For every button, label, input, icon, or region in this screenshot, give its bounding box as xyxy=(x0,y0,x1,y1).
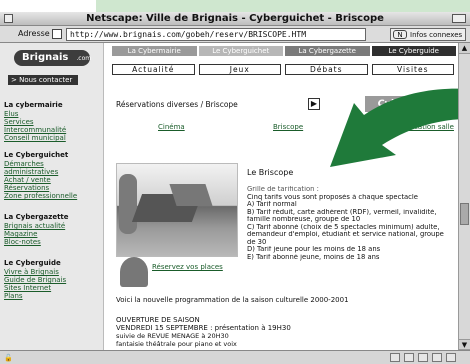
tarif-line: E) Tarif abonné jeune, moins de 18 ans xyxy=(247,253,380,261)
tarif-list: Grille de tarification : Cinq tarifs vou… xyxy=(247,186,453,261)
sidebar-link[interactable]: Plans xyxy=(4,292,66,300)
sub-nav-actualite[interactable]: Actualité xyxy=(112,64,195,75)
reserve-link[interactable]: Réservez vos places xyxy=(152,263,223,271)
brignais-logo[interactable]: Brignais .com xyxy=(14,50,92,66)
tarif-line: B) Tarif réduit, carte adhérent (RDF), v… xyxy=(247,208,437,216)
window-titlebar[interactable]: Netscape: Ville de Brignais - Cyberguich… xyxy=(0,12,470,26)
sidebar-link[interactable]: Guide de Brignais xyxy=(4,276,66,284)
scroll-up-icon[interactable]: ▲ xyxy=(459,43,470,54)
tarif-line: demandeur d'emploi, étudiant et service … xyxy=(247,231,444,238)
navigator-icon[interactable] xyxy=(390,353,400,362)
sidebar-link[interactable]: Achat / vente xyxy=(4,176,77,184)
tarif-line: de 30 xyxy=(247,238,267,246)
sidebar-link[interactable]: Vivre à Brignais xyxy=(4,268,66,276)
sidebar: Brignais .com > Nous contacter La cyberma… xyxy=(0,43,104,350)
tab-cyberguichet[interactable]: Le Cyberguichet xyxy=(198,46,283,56)
zoom-box-icon[interactable] xyxy=(452,14,466,23)
banner-green-strip xyxy=(96,0,470,12)
page-content: Brignais .com > Nous contacter La cyberma… xyxy=(0,43,458,350)
address-input[interactable]: http://www.brignais.com/gobeh/reserv/BRI… xyxy=(66,28,366,41)
status-bar: 🔓 xyxy=(0,350,470,364)
address-label: Adresse xyxy=(18,29,50,38)
sidebar-link[interactable]: Conseil municipal xyxy=(4,134,66,142)
edit-icon[interactable] xyxy=(446,353,456,362)
sidebar-link[interactable]: Réservations xyxy=(4,184,77,192)
briscope-photo xyxy=(116,163,238,257)
sidebar-heading: Le Cyberguichet xyxy=(4,151,69,159)
tarif-line: D) Tarif jeune pour les moins de 18 ans xyxy=(247,246,381,253)
tab-cybergazette[interactable]: La Cybergazette xyxy=(285,46,370,56)
news-icon[interactable] xyxy=(418,353,428,362)
breadcrumb: Réservations diverses / Briscope xyxy=(116,100,238,109)
logo-suffix: .com xyxy=(76,55,92,62)
contact-button[interactable]: > Nous contacter xyxy=(8,75,78,85)
sub-nav-visites[interactable]: Visites xyxy=(371,64,454,75)
tarif-line: C) Tarif abonné (choix de 5 spectacles m… xyxy=(247,223,440,231)
composer-icon[interactable] xyxy=(432,353,442,362)
window-title: Netscape: Ville de Brignais - Cyberguich… xyxy=(86,13,384,24)
sidebar-heading: La cybermairie xyxy=(4,101,63,109)
programme-text: Voici la nouvelle programmation de la sa… xyxy=(116,296,349,304)
sidebar-link[interactable]: Brignais actualité xyxy=(4,222,69,230)
component-bar xyxy=(390,353,456,363)
tab-cyberguide[interactable]: Le Cyberguide xyxy=(371,46,456,56)
green-arrow-icon xyxy=(330,88,458,167)
opening-line: suivie de REVUE MENAGE à 20H30 xyxy=(116,332,229,340)
logo-text: Brignais xyxy=(22,52,69,63)
opening-line: fantaisie théâtrale pour piano et voix xyxy=(116,340,237,348)
tarif-line: Cinq tarifs vous sont proposés à chaque … xyxy=(247,193,418,201)
opening-line: OUVERTURE DE SAISON xyxy=(116,316,200,324)
tree-shape xyxy=(119,174,137,234)
sidebar-section-cyberguide: Le Cyberguide Vivre à Brignais Guide de … xyxy=(4,259,66,300)
sidebar-link[interactable]: Elus xyxy=(4,110,66,118)
ticket-icon[interactable] xyxy=(120,257,148,287)
mail-icon[interactable] xyxy=(404,353,414,362)
sidebar-link[interactable]: Magazine xyxy=(4,230,69,238)
tab-cybermairie[interactable]: La Cybermairie xyxy=(112,46,197,56)
scroll-thumb[interactable] xyxy=(460,203,469,225)
sub-nav-debats[interactable]: Débats xyxy=(285,64,368,75)
tarif-line: famille nombreuse, groupe de 10 xyxy=(247,216,361,223)
sidebar-link[interactable]: Zone professionnelle xyxy=(4,192,77,200)
related-info-button[interactable]: N Infos connexes xyxy=(390,28,466,41)
sub-nav: Actualité Jeux Débats Visites xyxy=(112,64,458,75)
sidebar-link[interactable]: Démarches xyxy=(4,160,77,168)
top-nav: La Cybermairie Le Cyberguichet La Cyberg… xyxy=(112,46,458,56)
scroll-down-icon[interactable]: ▼ xyxy=(459,339,470,350)
sidebar-link[interactable]: Sites Internet xyxy=(4,284,66,292)
top-banner xyxy=(0,0,470,12)
sidebar-section-cybergazette: La Cybergazette Brignais actualité Magaz… xyxy=(4,213,69,246)
sub-nav-jeux[interactable]: Jeux xyxy=(198,64,281,75)
sidebar-link[interactable]: Services xyxy=(4,118,66,126)
sidebar-heading: Le Cyberguide xyxy=(4,259,61,267)
address-toolbar: Adresse http://www.brignais.com/gobeh/re… xyxy=(0,26,470,43)
netscape-n-icon: N xyxy=(393,30,407,39)
sidebar-link[interactable]: Bloc-notes xyxy=(4,238,69,246)
sidebar-heading: La Cybergazette xyxy=(4,213,69,221)
tab-cinema[interactable]: Cinéma xyxy=(158,123,185,131)
security-lock-icon[interactable]: 🔓 xyxy=(4,354,30,362)
sidebar-section-cyberguichet: Le Cyberguichet Démarches administrative… xyxy=(4,151,77,200)
building-shape xyxy=(169,184,213,206)
opening-block: OUVERTURE DE SAISON VENDREDI 15 SEPTEMBR… xyxy=(116,316,291,348)
sidebar-link[interactable]: Intercommunalité xyxy=(4,126,66,134)
vertical-scrollbar[interactable]: ▲ ▼ xyxy=(458,43,470,350)
tarif-line: A) Tarif normal xyxy=(247,201,297,208)
opening-line: VENDREDI 15 SEPTEMBRE : présentation à 1… xyxy=(116,324,291,332)
sidebar-section-cybermairie: La cybermairie Elus Services Intercommun… xyxy=(4,101,66,142)
page-proxy-icon[interactable] xyxy=(52,29,62,39)
related-info-label: Infos connexes xyxy=(410,31,463,39)
sidebar-link[interactable]: administratives xyxy=(4,168,77,176)
